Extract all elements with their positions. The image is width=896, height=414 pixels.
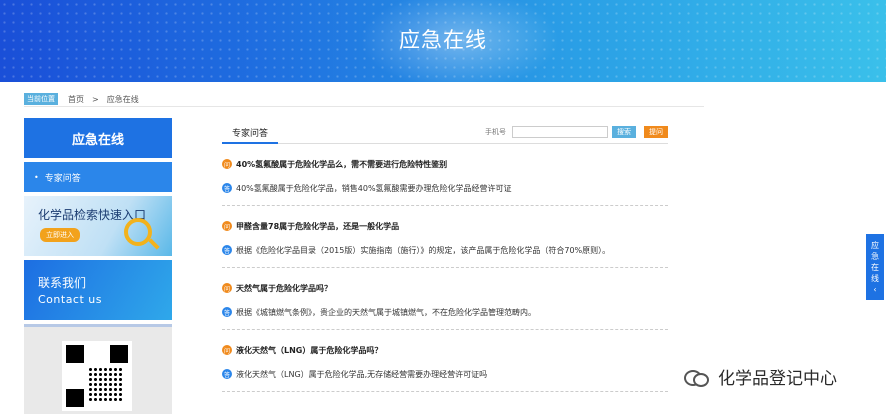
search-button[interactable]: 搜索 <box>612 126 636 138</box>
main-content: 专家问答 手机号 搜索 提问 问 40%氢氟酸属于危险化学品么，需不需要进行危险… <box>222 126 668 392</box>
sidebar-item-label: 专家问答 <box>44 173 81 184</box>
answer-text: 液化天然气（LNG）属于危险化学品,无存储经营需要办理经营许可证吗 <box>236 369 488 379</box>
search-bar: 手机号 搜索 提问 <box>485 126 668 138</box>
question-icon: 问 <box>222 159 232 169</box>
answer-text: 根据《危险化学品目录（2015版）实施指南（施行）》的规定，该产品属于危险化学品… <box>236 245 611 255</box>
bullet-icon: • <box>34 172 39 182</box>
answer-icon: 答 <box>222 245 232 255</box>
phone-input[interactable] <box>512 126 608 138</box>
breadcrumb-current: 应急在线 <box>106 94 139 104</box>
chemical-search-banner[interactable]: 化学品检索快速入口 立即进入 <box>24 196 172 256</box>
question-icon: 问 <box>222 221 232 231</box>
answer-row: 答 40%氢氟酸属于危险化学品，销售40%氢氟酸需要办理危险化学品经营许可证 <box>222 182 668 194</box>
question-row[interactable]: 问 甲醛含量78属于危险化学品，还是一般化学品 <box>222 220 668 232</box>
question-text[interactable]: 40%氢氟酸属于危险化学品么，需不需要进行危险特性鉴别 <box>236 159 447 170</box>
page-banner: 应急在线 <box>0 0 886 82</box>
answer-text: 40%氢氟酸属于危险化学品，销售40%氢氟酸需要办理危险化学品经营许可证 <box>236 183 512 193</box>
tab-bar: 专家问答 手机号 搜索 提问 <box>222 126 668 144</box>
answer-text: 根据《城镇燃气条例》，贵企业的天然气属于城镇燃气，不在危险化学品管理范畴内。 <box>236 307 536 317</box>
answer-icon: 答 <box>222 307 232 317</box>
question-text[interactable]: 液化天然气（LNG）属于危险化学品吗？ <box>236 345 382 356</box>
tab-expert-qa[interactable]: 专家问答 <box>222 126 279 144</box>
sidebar-header: 应急在线 <box>24 118 172 158</box>
qa-item: 问 40%氢氟酸属于危险化学品么，需不需要进行危险特性鉴别 答 40%氢氟酸属于… <box>222 144 668 206</box>
answer-row: 答 根据《城镇燃气条例》，贵企业的天然气属于城镇燃气，不在危险化学品管理范畴内。 <box>222 306 668 318</box>
answer-row: 答 液化天然气（LNG）属于危险化学品,无存储经营需要办理经营许可证吗 <box>222 368 668 380</box>
question-icon: 问 <box>222 283 232 293</box>
answer-row: 答 根据《危险化学品目录（2015版）实施指南（施行）》的规定，该产品属于危险化… <box>222 244 668 256</box>
qa-item: 问 天然气属于危险化学品吗？ 答 根据《城镇燃气条例》，贵企业的天然气属于城镇燃… <box>222 268 668 330</box>
question-text[interactable]: 天然气属于危险化学品吗？ <box>236 283 332 294</box>
question-row[interactable]: 问 40%氢氟酸属于危险化学品么，需不需要进行危险特性鉴别 <box>222 158 668 170</box>
question-icon: 问 <box>222 345 232 355</box>
floating-tab-text: 应急在线 <box>871 241 879 283</box>
qr-code-panel <box>24 324 172 414</box>
breadcrumb-divider <box>24 106 704 107</box>
chevron-left-icon: ‹ <box>873 285 877 294</box>
contact-us-banner[interactable]: 联系我们 Contact us <box>24 260 172 320</box>
contact-title-cn: 联系我们 <box>38 276 87 290</box>
magnifier-handle <box>148 238 160 250</box>
contact-title-en: Contact us <box>38 293 102 306</box>
answer-icon: 答 <box>222 369 232 379</box>
ask-button[interactable]: 提问 <box>644 126 668 138</box>
breadcrumb-home-link[interactable]: 首页 <box>68 94 84 105</box>
qa-item: 问 甲醛含量78属于危险化学品，还是一般化学品 答 根据《危险化学品目录（201… <box>222 206 668 268</box>
wechat-icon <box>684 368 710 387</box>
phone-label: 手机号 <box>485 128 506 136</box>
magnifier-icon <box>124 218 152 246</box>
breadcrumb: 当前位置 首页 > 应急在线 <box>24 92 147 106</box>
breadcrumb-separator: > <box>92 94 99 104</box>
question-text[interactable]: 甲醛含量78属于危险化学品，还是一般化学品 <box>236 221 399 232</box>
enter-now-button[interactable]: 立即进入 <box>40 228 80 242</box>
watermark: 化学品登记中心 <box>684 364 837 389</box>
question-row[interactable]: 问 液化天然气（LNG）属于危险化学品吗？ <box>222 344 668 356</box>
floating-emergency-tab[interactable]: 应急在线 ‹ <box>866 234 884 300</box>
location-tag: 当前位置 <box>24 93 58 105</box>
banner-title: 应急在线 <box>399 28 487 52</box>
qr-code-image <box>62 341 132 411</box>
answer-icon: 答 <box>222 183 232 193</box>
sidebar: 应急在线 • 专家问答 化学品检索快速入口 立即进入 联系我们 Contact … <box>24 118 172 414</box>
sidebar-item-expert-qa[interactable]: • 专家问答 <box>24 162 172 192</box>
qa-item: 问 液化天然气（LNG）属于危险化学品吗？ 答 液化天然气（LNG）属于危险化学… <box>222 330 668 392</box>
question-row[interactable]: 问 天然气属于危险化学品吗？ <box>222 282 668 294</box>
watermark-text: 化学品登记中心 <box>718 369 837 389</box>
